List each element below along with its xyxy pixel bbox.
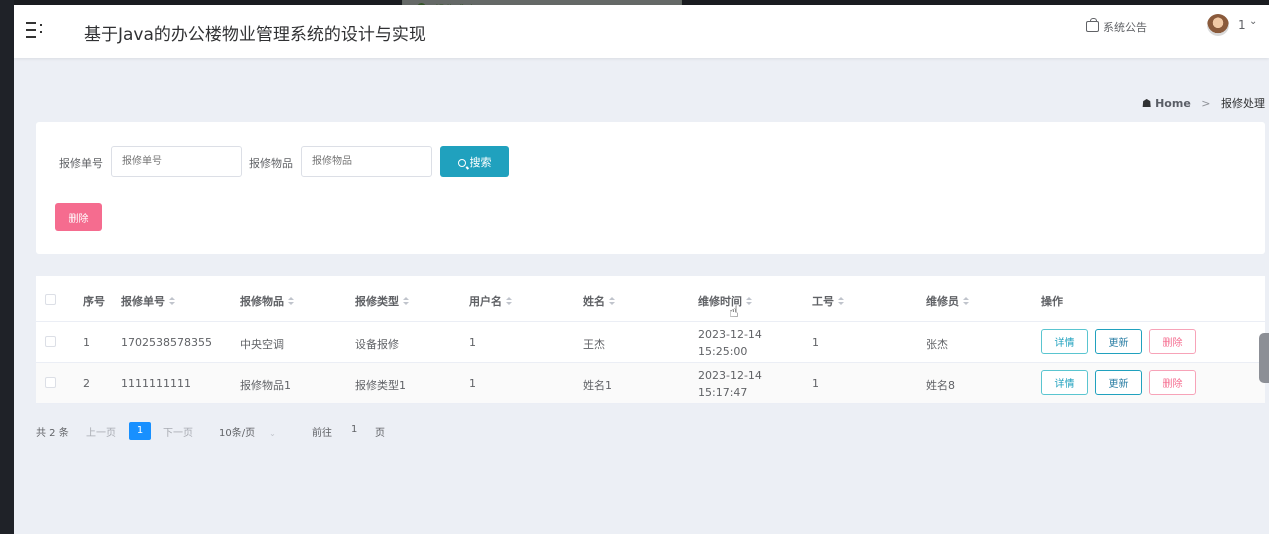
goto-unit: 页 xyxy=(375,428,385,439)
repair-table: 序号 报修单号 报修物品 报修类型 用户名 姓名 维修时间 工号 维修员 操作 … xyxy=(36,276,1265,404)
cell-order-no: 1702538578355 xyxy=(121,336,212,349)
cell-repair-time: 2023-12-14 15:17:47 xyxy=(698,369,762,399)
cell-username: 1 xyxy=(469,377,476,390)
cell-name: 王杰 xyxy=(583,338,605,351)
order-no-label: 报修单号 xyxy=(59,157,103,170)
cell-type: 设备报修 xyxy=(355,338,399,351)
cell-order-no: 1111111111 xyxy=(121,377,191,390)
table-row: 2 1111111111 报修物品1 报修类型1 1 姓名1 2023-12-1… xyxy=(36,363,1265,404)
breadcrumb-home[interactable]: Home xyxy=(1155,97,1191,110)
left-sidebar-edge xyxy=(0,0,14,534)
col-repairer[interactable]: 维修员 xyxy=(926,293,969,309)
cell-repairer: 姓名8 xyxy=(926,379,955,392)
col-order-no[interactable]: 报修单号 xyxy=(121,293,175,309)
total-count: 共 2 条 xyxy=(36,428,69,439)
sort-icon xyxy=(288,297,294,306)
sort-icon xyxy=(963,297,969,306)
notice-icon xyxy=(1086,18,1099,32)
col-username[interactable]: 用户名 xyxy=(469,293,512,309)
app-title: 基于Java的办公楼物业管理系统的设计与实现 xyxy=(84,25,426,45)
cell-repair-time: 2023-12-14 15:25:00 xyxy=(698,328,762,358)
col-repair-time[interactable]: 维修时间 xyxy=(698,293,752,309)
search-button-label: 搜索 xyxy=(469,155,492,169)
cell-worker-no: 1 xyxy=(812,377,819,390)
goto-label: 前往 xyxy=(312,428,332,439)
table-header: 序号 报修单号 报修物品 报修类型 用户名 姓名 维修时间 工号 维修员 操作 xyxy=(36,276,1265,322)
col-index: 序号 xyxy=(83,295,105,308)
system-notice-link[interactable]: 系统公告 xyxy=(1086,18,1147,35)
page-size-select[interactable]: 10条/页 ⌄ xyxy=(219,424,276,439)
col-worker-no[interactable]: 工号 xyxy=(812,293,844,309)
batch-delete-button[interactable]: 删除 xyxy=(55,203,102,231)
item-label: 报修物品 xyxy=(249,157,293,170)
chevron-down-icon: ⌄ xyxy=(269,429,276,438)
home-icon: ☗ xyxy=(1141,97,1152,110)
cell-username: 1 xyxy=(469,336,476,349)
item-input[interactable] xyxy=(301,146,432,177)
user-name[interactable]: 1 xyxy=(1238,18,1246,32)
sort-icon xyxy=(838,297,844,306)
breadcrumb-separator: > xyxy=(1201,97,1211,110)
search-icon xyxy=(457,158,466,167)
top-header: 基于Java的办公楼物业管理系统的设计与实现 xyxy=(14,5,1269,58)
detail-button[interactable]: 详情 xyxy=(1041,329,1088,354)
sort-icon xyxy=(609,297,615,306)
sort-icon xyxy=(506,297,512,306)
sort-icon xyxy=(746,297,752,306)
avatar[interactable] xyxy=(1207,14,1229,36)
breadcrumb-current: 报修处理 xyxy=(1221,97,1265,110)
prev-page-button[interactable]: 上一页 xyxy=(86,424,116,439)
search-panel: 报修单号 报修物品 搜索 删除 xyxy=(36,122,1265,254)
update-button[interactable]: 更新 xyxy=(1095,370,1142,395)
scrollbar[interactable] xyxy=(1259,333,1269,383)
cell-item: 中央空调 xyxy=(240,338,284,351)
col-item[interactable]: 报修物品 xyxy=(240,293,294,309)
cell-worker-no: 1 xyxy=(812,336,819,349)
notice-label: 系统公告 xyxy=(1103,21,1147,34)
col-name[interactable]: 姓名 xyxy=(583,293,615,309)
row-checkbox[interactable] xyxy=(45,377,56,388)
page-number-current[interactable]: 1 xyxy=(129,422,151,440)
cell-type: 报修类型1 xyxy=(355,379,406,392)
sort-icon xyxy=(169,297,175,306)
goto-page-input[interactable]: 1 xyxy=(351,424,357,435)
delete-button[interactable]: 删除 xyxy=(1149,329,1196,354)
update-button[interactable]: 更新 xyxy=(1095,329,1142,354)
order-no-input[interactable] xyxy=(111,146,242,177)
search-button[interactable]: 搜索 xyxy=(440,146,509,177)
hand-cursor-icon: ☝ xyxy=(729,302,739,321)
detail-button[interactable]: 详情 xyxy=(1041,370,1088,395)
delete-button[interactable]: 删除 xyxy=(1149,370,1196,395)
sort-icon xyxy=(403,297,409,306)
select-all-checkbox[interactable] xyxy=(45,294,56,305)
next-page-button[interactable]: 下一页 xyxy=(163,424,193,439)
cell-name: 姓名1 xyxy=(583,379,612,392)
cell-index: 1 xyxy=(83,336,90,349)
col-actions: 操作 xyxy=(1041,295,1063,308)
menu-toggle-icon[interactable] xyxy=(26,20,46,40)
cell-index: 2 xyxy=(83,377,90,390)
row-checkbox[interactable] xyxy=(45,336,56,347)
chevron-down-icon[interactable]: ⌄ xyxy=(1249,16,1257,27)
table-row: 1 1702538578355 中央空调 设备报修 1 王杰 2023-12-1… xyxy=(36,322,1265,363)
cell-item: 报修物品1 xyxy=(240,379,291,392)
breadcrumb: ☗ Home > 报修处理 xyxy=(1142,95,1265,111)
cell-repairer: 张杰 xyxy=(926,338,948,351)
col-type[interactable]: 报修类型 xyxy=(355,293,409,309)
